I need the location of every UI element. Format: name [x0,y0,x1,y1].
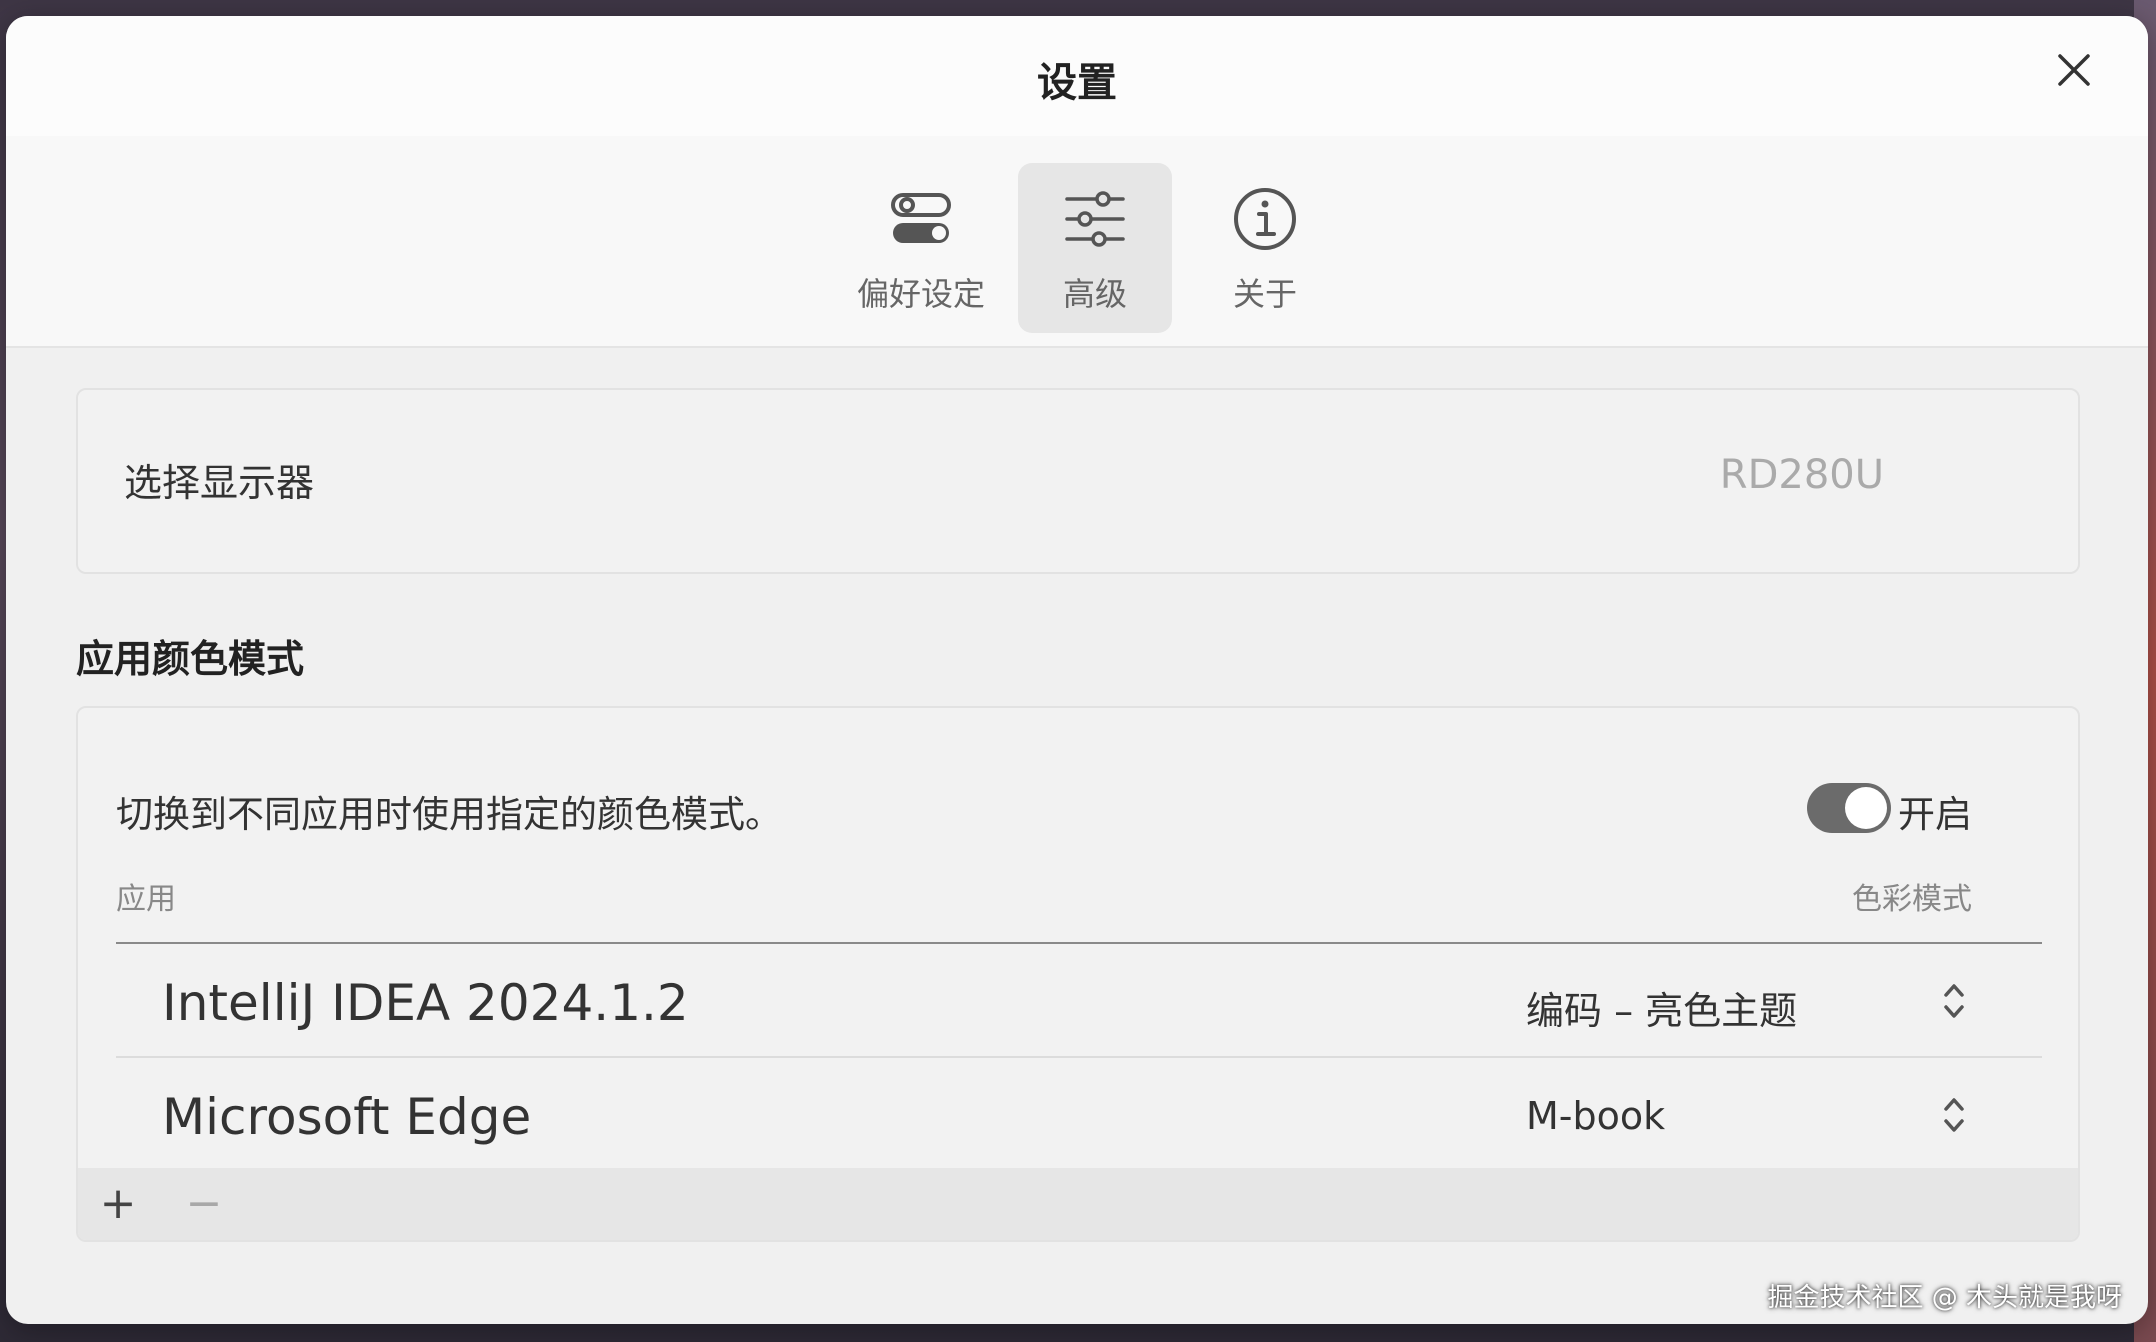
close-button[interactable] [2046,42,2102,98]
chevron-up-down-icon[interactable] [1934,976,1974,1026]
tab-label: 高级 [1062,275,1127,313]
chevron-up-down-icon[interactable] [1934,1090,1974,1140]
app-name: Microsoft Edge [162,1088,532,1146]
title-bar: 设置 [6,16,2148,136]
toggle-label: 开启 [1898,793,1972,836]
sliders-icon [1065,191,1125,247]
table-row[interactable]: IntelliJ IDEA 2024.1.2 编码 – 亮色主题 [116,944,2042,1058]
column-header-color-mode: 色彩模式 [1852,882,1972,917]
close-icon [2058,54,2090,86]
settings-toolbar: 偏好设定 高级 关于 [6,136,2148,348]
color-mode-select[interactable]: M-book [1526,1094,1665,1138]
tab-label: 关于 [1232,275,1297,313]
tab-advanced[interactable]: 高级 [1018,163,1172,333]
display-selector-card: 选择显示器 RD280U [76,388,2080,574]
toggles-icon [891,193,951,243]
column-header-app: 应用 [116,882,176,917]
tab-preferences[interactable]: 偏好设定 [844,163,998,333]
app-color-mode-toggle[interactable] [1807,783,1891,833]
color-mode-select[interactable]: 编码 – 亮色主题 [1526,980,1797,1035]
list-action-bar: + − [78,1168,2078,1240]
add-app-button[interactable]: + [90,1178,146,1230]
tab-label: 偏好设定 [856,275,985,313]
tab-about[interactable]: 关于 [1188,163,1342,333]
section-title: 应用颜色模式 [76,637,305,681]
toggle-knob [1845,787,1887,829]
settings-window: 设置 偏好设定 高级 关于 选择显示器 RD280U 应用颜色模式 切换到不同应… [6,16,2148,1324]
table-row[interactable]: Microsoft Edge M-book [116,1058,2042,1170]
app-color-mode-card: 切换到不同应用时使用指定的颜色模式。 开启 应用 色彩模式 IntelliJ I… [76,706,2080,1242]
info-icon [1234,188,1296,250]
window-title: 设置 [1037,60,1117,106]
app-color-mode-description: 切换到不同应用时使用指定的颜色模式。 [116,793,782,836]
display-selector-label: 选择显示器 [124,461,315,505]
remove-app-button[interactable]: − [176,1178,232,1230]
watermark: 掘金技术社区 @ 木头就是我呀 [1767,1283,2122,1313]
app-name: IntelliJ IDEA 2024.1.2 [162,974,689,1032]
display-selector-value[interactable]: RD280U [1720,452,1884,498]
